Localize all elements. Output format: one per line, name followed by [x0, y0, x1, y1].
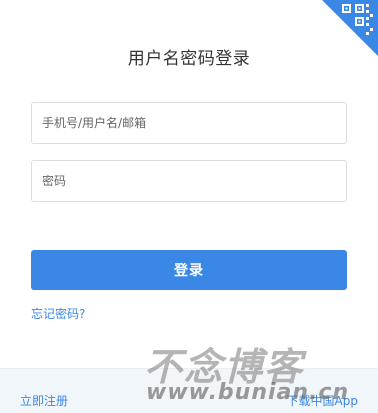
- download-app-link[interactable]: 下载中国App: [287, 392, 358, 409]
- login-button[interactable]: 登录: [31, 250, 347, 290]
- username-input[interactable]: [31, 102, 347, 144]
- register-link[interactable]: 立即注册: [20, 392, 68, 409]
- footer-bar: 立即注册 下载中国App: [0, 368, 378, 413]
- password-input[interactable]: [31, 160, 347, 202]
- forgot-password-link[interactable]: 忘记密码?: [31, 305, 85, 322]
- page-title: 用户名密码登录: [127, 49, 251, 69]
